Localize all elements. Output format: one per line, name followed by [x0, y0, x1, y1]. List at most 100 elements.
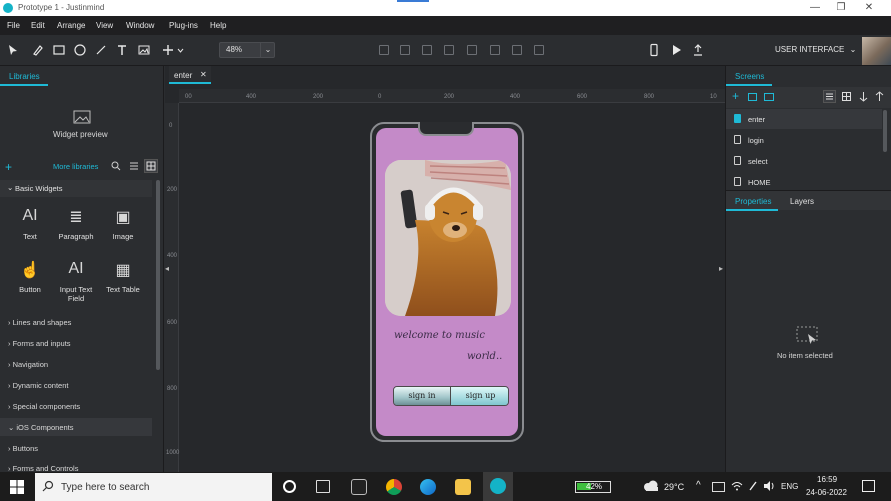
widget-image[interactable]: ▣ Image — [103, 207, 143, 241]
basic-widgets-header[interactable]: ⌄ Basic Widgets — [0, 180, 152, 197]
tab-layers[interactable]: Layers — [790, 197, 814, 206]
file-explorer-icon[interactable] — [455, 479, 471, 495]
widget-button[interactable]: ☝ Button — [10, 260, 50, 294]
category-forms-and-inputs[interactable]: › Forms and inputs — [8, 339, 71, 348]
tab-properties[interactable]: Properties — [735, 197, 771, 206]
notifications-icon[interactable] — [862, 480, 875, 492]
ellipse-tool-icon[interactable] — [73, 43, 87, 57]
sign-up-button[interactable]: sign up — [450, 387, 508, 405]
menu-window[interactable]: Window — [126, 21, 154, 30]
collapse-right-icon[interactable]: ▸ — [719, 264, 724, 274]
share-upload-icon[interactable] — [691, 43, 705, 57]
chevron-down-icon[interactable]: ⌄ — [260, 43, 275, 57]
screen-item-login[interactable]: login — [726, 130, 882, 150]
windows-start-icon[interactable] — [10, 480, 24, 494]
chevron-up-icon[interactable]: ^ — [696, 480, 701, 491]
add-library-icon[interactable]: + — [5, 160, 12, 174]
screen-item-select[interactable]: select — [726, 151, 882, 171]
align-bottom-icon[interactable] — [490, 45, 500, 55]
simulate-play-icon[interactable] — [669, 43, 683, 57]
screen-item-home[interactable]: HOME — [726, 172, 882, 186]
avatar[interactable] — [862, 37, 891, 65]
add-screen-icon[interactable]: + — [732, 89, 739, 103]
align-center-icon[interactable] — [400, 45, 410, 55]
phone-mockup[interactable]: welcome to music world.. sign in sign up — [370, 122, 524, 442]
close-window-button[interactable]: ✕ — [862, 1, 876, 15]
menu-file[interactable]: File — [7, 21, 20, 30]
grid-view-icon[interactable] — [842, 92, 851, 101]
menu-help[interactable]: Help — [210, 21, 226, 30]
more-libraries-link[interactable]: More libraries — [53, 162, 98, 171]
align-right-icon[interactable] — [422, 45, 432, 55]
image-tool-icon[interactable] — [137, 43, 151, 57]
add-widget-icon[interactable] — [162, 43, 186, 57]
wifi-icon[interactable] — [731, 480, 743, 492]
pen-icon[interactable] — [748, 480, 758, 492]
battery-icon[interactable]: 42% — [575, 481, 611, 493]
weather-temp[interactable]: 29°C — [664, 482, 684, 492]
add-image-screen-icon[interactable] — [748, 93, 757, 101]
edge-icon[interactable] — [420, 479, 436, 495]
rectangle-tool-icon[interactable] — [52, 43, 66, 57]
screen-item-enter[interactable]: enter — [726, 109, 882, 129]
zoom-select[interactable]: 48% ⌄ — [219, 42, 275, 58]
list-view-icon[interactable] — [129, 161, 139, 171]
chrome-icon[interactable] — [386, 479, 402, 495]
taskbar-search-input[interactable]: Type here to search — [35, 473, 272, 501]
list-view-icon[interactable] — [823, 90, 836, 103]
pycharm-icon[interactable] — [351, 479, 367, 495]
category-ios-components[interactable]: ⌄ iOS Components — [0, 418, 152, 436]
minimize-button[interactable]: — — [808, 1, 822, 15]
widget-text[interactable]: AI Text — [10, 207, 50, 241]
folder-icon[interactable] — [764, 93, 774, 101]
category-special-components[interactable]: › Special components — [8, 402, 80, 411]
menu-edit[interactable]: Edit — [31, 21, 45, 30]
justinmind-taskbar-button[interactable] — [483, 472, 513, 501]
pen-tool-icon[interactable] — [31, 43, 45, 57]
distribute-vertical-icon[interactable] — [534, 45, 544, 55]
design-canvas[interactable]: enter ✕ 00 400 200 0 200 400 600 800 10 … — [165, 66, 725, 472]
tab-enter[interactable]: enter ✕ — [169, 66, 211, 84]
cortana-icon[interactable] — [283, 480, 296, 493]
move-up-icon[interactable] — [875, 91, 884, 102]
cloud-sync-icon[interactable] — [712, 482, 725, 492]
dog-headphones-image[interactable] — [385, 160, 511, 316]
enter-screen[interactable]: welcome to music world.. sign in sign up — [376, 128, 518, 436]
category-buttons[interactable]: › Buttons — [8, 444, 38, 453]
clock-date[interactable]: 24-06-2022 — [806, 488, 847, 497]
clock-time[interactable]: 16:59 — [817, 475, 837, 484]
task-view-icon[interactable] — [316, 480, 330, 493]
scrollbar[interactable] — [883, 110, 887, 152]
distribute-horizontal-icon[interactable] — [512, 45, 522, 55]
widget-input-text-field[interactable]: AI Input Text Field — [56, 260, 96, 303]
select-tool-icon[interactable] — [6, 43, 20, 57]
collapse-left-icon[interactable]: ◂ — [165, 264, 170, 274]
align-top-icon[interactable] — [444, 45, 454, 55]
tab-libraries[interactable]: Libraries — [9, 72, 40, 81]
maximize-button[interactable]: ❐ — [834, 1, 848, 15]
grid-view-icon[interactable] — [144, 159, 158, 173]
mode-select[interactable]: USER INTERFACE ⌄ — [775, 45, 856, 54]
line-tool-icon[interactable] — [94, 43, 108, 57]
align-left-icon[interactable] — [379, 45, 389, 55]
sign-in-button[interactable]: sign in — [394, 387, 450, 405]
scrollbar[interactable] — [156, 180, 160, 370]
category-lines-and-shapes[interactable]: › Lines and shapes — [8, 318, 71, 327]
close-icon[interactable]: ✕ — [200, 70, 207, 79]
align-middle-icon[interactable] — [467, 45, 477, 55]
menu-arrange[interactable]: Arrange — [57, 21, 85, 30]
menu-view[interactable]: View — [96, 21, 113, 30]
text-tool-icon[interactable] — [115, 43, 129, 57]
tab-screens[interactable]: Screens — [735, 72, 764, 81]
search-icon[interactable] — [111, 161, 121, 171]
input-language[interactable]: ENG — [781, 482, 798, 491]
category-dynamic-content[interactable]: › Dynamic content — [8, 381, 68, 390]
widget-paragraph[interactable]: ≣ Paragraph — [56, 207, 96, 241]
category-navigation[interactable]: › Navigation — [8, 360, 48, 369]
move-down-icon[interactable] — [859, 91, 868, 102]
widget-text-table[interactable]: ▦ Text Table — [103, 260, 143, 294]
volume-icon[interactable] — [763, 480, 776, 492]
device-preview-icon[interactable] — [647, 43, 661, 57]
menu-plugins[interactable]: Plug-ins — [169, 21, 198, 30]
weather-cloud-icon[interactable] — [642, 480, 660, 492]
